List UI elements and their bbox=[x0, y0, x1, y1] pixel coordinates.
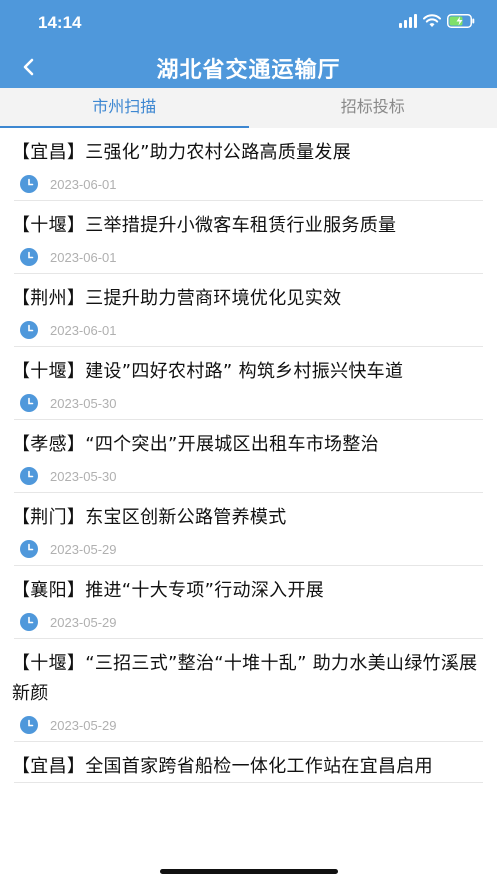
tab-bidding[interactable]: 招标投标 bbox=[249, 88, 497, 128]
list-item[interactable]: 【荆门】东宝区创新公路管养模式 2023-05-29 bbox=[12, 493, 483, 566]
tab-city-scan[interactable]: 市州扫描 bbox=[0, 88, 249, 128]
article-meta: 2023-06-01 bbox=[14, 314, 483, 346]
article-list[interactable]: 【宜昌】三强化”助力农村公路高质量发展 2023-06-01 【十堰】三举措提升… bbox=[0, 128, 497, 850]
article-date: 2023-06-01 bbox=[50, 249, 117, 265]
article-date: 2023-06-01 bbox=[50, 176, 117, 192]
app-header: 14:14 湖北省交通运输厅 bbox=[0, 0, 497, 88]
page-title: 湖北省交通运输厅 bbox=[156, 58, 341, 83]
clock-icon bbox=[20, 175, 38, 193]
list-item[interactable]: 【十堰】建设”四好农村路” 构筑乡村振兴快车道 2023-05-30 bbox=[12, 347, 483, 420]
article-date: 2023-05-29 bbox=[50, 541, 117, 557]
article-title: 【宜昌】全国首家跨省船检一体化工作站在宜昌启用 bbox=[12, 756, 433, 777]
article-meta: 2023-05-29 bbox=[14, 606, 483, 638]
clock-icon bbox=[20, 467, 38, 485]
list-item[interactable]: 【十堰】“三招三式”整治“十堆十乱” 助力水美山绿竹溪展新颜 2023-05-2… bbox=[12, 639, 483, 742]
article-date: 2023-05-29 bbox=[50, 614, 117, 630]
nav-bar: 湖北省交通运输厅 bbox=[0, 46, 497, 88]
article-meta: 2023-06-01 bbox=[14, 168, 483, 200]
status-bar: 14:14 bbox=[0, 0, 497, 46]
tab-bar: 市州扫描 招标投标 bbox=[0, 88, 497, 128]
article-title: 【十堰】三举措提升小微客车租赁行业服务质量 bbox=[12, 215, 397, 236]
cellular-signal-icon bbox=[399, 14, 417, 28]
status-time: 14:14 bbox=[38, 13, 82, 32]
list-item[interactable]: 【宜昌】三强化”助力农村公路高质量发展 2023-06-01 bbox=[12, 128, 483, 201]
article-meta: 2023-05-30 bbox=[14, 460, 483, 492]
list-item[interactable]: 【宜昌】全国首家跨省船检一体化工作站在宜昌启用 bbox=[12, 742, 483, 783]
clock-icon bbox=[20, 394, 38, 412]
list-item[interactable]: 【孝感】“四个突出”开展城区出租车市场整治 2023-05-30 bbox=[12, 420, 483, 493]
article-title: 【荆州】三提升助力营商环境优化见实效 bbox=[12, 288, 342, 309]
clock-icon bbox=[20, 248, 38, 266]
article-title: 【孝感】“四个突出”开展城区出租车市场整治 bbox=[12, 434, 379, 455]
wifi-icon bbox=[423, 14, 441, 28]
list-item[interactable]: 【襄阳】推进“十大专项”行动深入开展 2023-05-29 bbox=[12, 566, 483, 639]
article-title: 【十堰】“三招三式”整治“十堆十乱” 助力水美山绿竹溪展新颜 bbox=[12, 653, 478, 704]
article-title: 【荆门】东宝区创新公路管养模式 bbox=[12, 507, 287, 528]
status-icons bbox=[399, 14, 475, 28]
battery-charging-icon bbox=[447, 14, 475, 28]
article-date: 2023-05-29 bbox=[50, 717, 117, 733]
list-item[interactable]: 【十堰】三举措提升小微客车租赁行业服务质量 2023-06-01 bbox=[12, 201, 483, 274]
article-meta: 2023-05-30 bbox=[14, 387, 483, 419]
list-item[interactable]: 【荆州】三提升助力营商环境优化见实效 2023-06-01 bbox=[12, 274, 483, 347]
clock-icon bbox=[20, 540, 38, 558]
article-date: 2023-06-01 bbox=[50, 322, 117, 338]
clock-icon bbox=[20, 321, 38, 339]
article-date: 2023-05-30 bbox=[50, 468, 117, 484]
article-meta: 2023-05-29 bbox=[14, 709, 483, 741]
clock-icon bbox=[20, 716, 38, 734]
article-title: 【十堰】建设”四好农村路” 构筑乡村振兴快车道 bbox=[12, 361, 404, 382]
clock-icon bbox=[20, 613, 38, 631]
article-meta: 2023-06-01 bbox=[14, 241, 483, 273]
home-indicator[interactable] bbox=[160, 869, 338, 874]
article-title: 【襄阳】推进“十大专项”行动深入开展 bbox=[12, 580, 325, 601]
article-meta: 2023-05-29 bbox=[14, 533, 483, 565]
article-title: 【宜昌】三强化”助力农村公路高质量发展 bbox=[12, 142, 352, 163]
article-date: 2023-05-30 bbox=[50, 395, 117, 411]
